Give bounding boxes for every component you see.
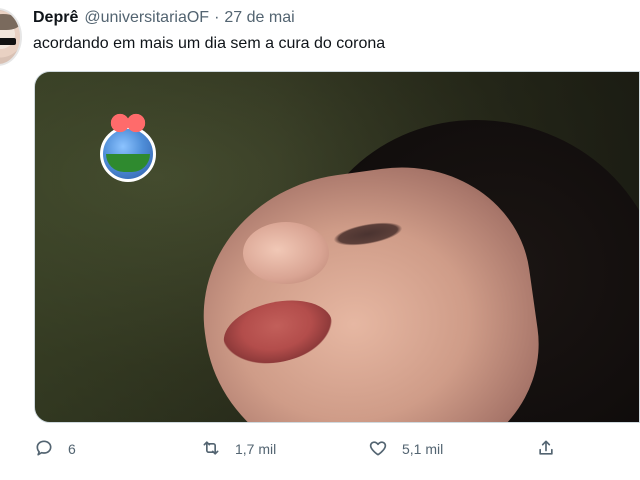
heart-icon <box>368 438 388 461</box>
reply-button[interactable]: 6 <box>34 436 76 462</box>
author-handle[interactable]: @universitariaOF <box>84 9 209 27</box>
tweet-actions: 6 1,7 mil 5,1 mil <box>34 436 594 462</box>
avatar-hair <box>0 14 20 30</box>
author-name[interactable]: Deprê <box>33 9 78 27</box>
share-button[interactable] <box>536 436 556 462</box>
retweet-count: 1,7 mil <box>235 441 277 457</box>
tweet-date[interactable]: 27 de mai <box>224 9 294 27</box>
like-count: 5,1 mil <box>402 441 444 457</box>
tweet-text: acordando em mais um dia sem a cura do c… <box>33 35 386 52</box>
avatar-sunglasses <box>0 38 16 45</box>
retweet-icon <box>201 438 221 461</box>
like-button[interactable]: 5,1 mil <box>368 436 443 462</box>
reply-count: 6 <box>68 441 76 457</box>
tweet-header: Deprê @universitariaOF · 27 de mai <box>33 9 295 31</box>
reply-icon <box>34 438 54 461</box>
retweet-button[interactable]: 1,7 mil <box>201 436 276 462</box>
header-separator: · <box>214 9 220 26</box>
sticker-bow <box>108 112 148 134</box>
share-icon <box>536 438 556 461</box>
globe-sticker <box>98 112 158 184</box>
tweet-media-image[interactable] <box>34 71 640 423</box>
media-nose <box>243 222 329 284</box>
author-avatar[interactable] <box>0 8 22 66</box>
